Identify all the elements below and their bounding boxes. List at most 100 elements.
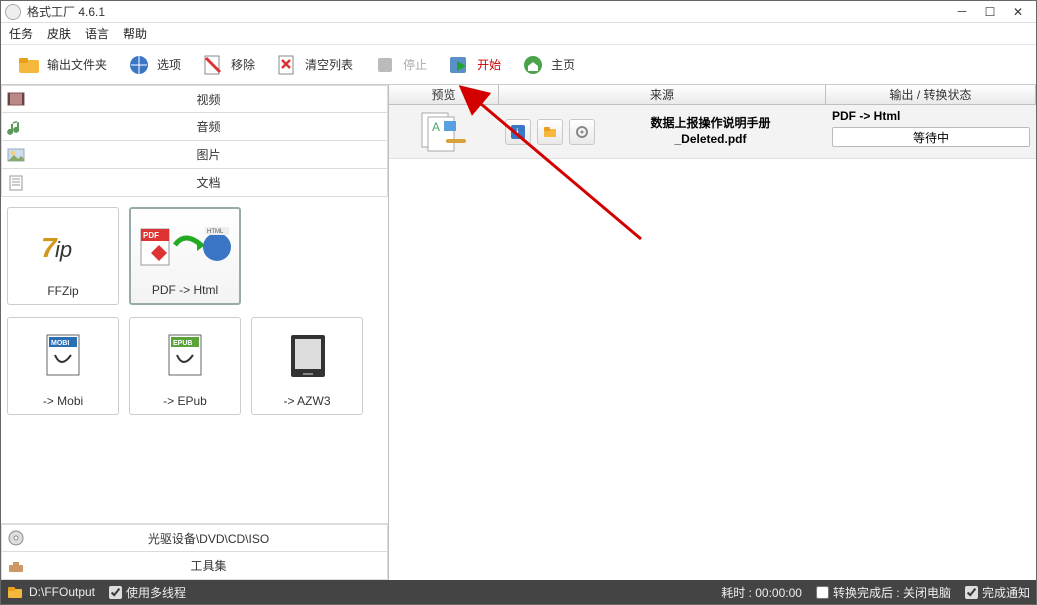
- ffzip-icon: 7ip: [12, 214, 114, 280]
- output-folder-label: 输出文件夹: [47, 56, 107, 73]
- tile-mobi-label: -> Mobi: [43, 394, 83, 408]
- menu-help[interactable]: 帮助: [123, 25, 147, 42]
- home-button[interactable]: 主页: [513, 49, 583, 81]
- task-status-text: 等待中: [913, 129, 949, 146]
- settings-button[interactable]: [569, 119, 595, 145]
- menu-bar: 任务 皮肤 语言 帮助: [1, 23, 1036, 45]
- category-video-label: 视频: [30, 91, 387, 108]
- shutdown-after-checkbox[interactable]: 转换完成后 : 关闭电脑: [816, 584, 951, 601]
- play-icon: [447, 53, 471, 77]
- audio-icon: [2, 118, 30, 136]
- tile-epub[interactable]: EPUB -> EPub: [129, 317, 241, 415]
- status-bar: D:\FFOutput 使用多线程 耗时 : 00:00:00 转换完成后 : …: [1, 580, 1036, 604]
- title-bar: 格式工厂 4.6.1 － ☐ ✕: [1, 1, 1036, 23]
- task-source-cell: i 数据上报操作说明手册 _Deleted.pdf: [499, 105, 826, 158]
- clear-icon: [275, 53, 299, 77]
- task-preview-cell: A: [389, 105, 499, 158]
- shutdown-after-label: 转换完成后 : 关闭电脑: [833, 584, 951, 601]
- folder-icon: [17, 53, 41, 77]
- status-folder-icon[interactable]: [7, 585, 23, 599]
- options-label: 选项: [157, 56, 181, 73]
- video-icon: [2, 90, 30, 108]
- category-optical-label: 光驱设备\DVD\CD\ISO: [30, 530, 387, 547]
- tile-pdf-html[interactable]: PDF HTML PDF -> Html: [129, 207, 241, 305]
- elapsed-label: 耗时 :: [721, 586, 755, 600]
- col-status[interactable]: 输出 / 转换状态: [826, 85, 1036, 104]
- tile-pdf-html-label: PDF -> Html: [152, 283, 218, 297]
- col-preview[interactable]: 预览: [389, 85, 499, 104]
- notify-checkbox[interactable]: 完成通知: [965, 584, 1030, 601]
- azw3-icon: [256, 324, 358, 390]
- category-document-label: 文档: [30, 174, 387, 191]
- task-output: PDF -> Html: [832, 109, 1030, 123]
- category-picture-label: 图片: [30, 146, 387, 163]
- category-document[interactable]: 文档: [1, 169, 388, 197]
- category-picture[interactable]: 图片: [1, 141, 388, 169]
- task-status-cell: PDF -> Html 等待中: [826, 105, 1036, 158]
- task-row[interactable]: A i: [389, 105, 1036, 159]
- col-source[interactable]: 来源: [499, 85, 826, 104]
- svg-text:MOBI: MOBI: [51, 340, 69, 347]
- svg-text:i: i: [516, 128, 519, 139]
- epub-icon: EPUB: [134, 324, 236, 390]
- toolset-icon: [2, 557, 30, 575]
- clear-list-button[interactable]: 清空列表: [267, 49, 361, 81]
- svg-text:A: A: [432, 120, 440, 134]
- category-optical[interactable]: 光驱设备\DVD\CD\ISO: [1, 524, 388, 552]
- task-source-name: 数据上报操作说明手册 _Deleted.pdf: [601, 116, 820, 147]
- svg-text:EPUB: EPUB: [173, 340, 192, 347]
- task-status-chip: 等待中: [832, 127, 1030, 147]
- tile-epub-label: -> EPub: [163, 394, 207, 408]
- maximize-button[interactable]: ☐: [976, 2, 1004, 22]
- globe-icon: [127, 53, 151, 77]
- elapsed-value: 00:00:00: [755, 586, 802, 600]
- menu-tasks[interactable]: 任务: [9, 25, 33, 42]
- clear-list-label: 清空列表: [305, 56, 353, 73]
- category-video[interactable]: 视频: [1, 85, 388, 113]
- tile-ffzip-label: FFZip: [47, 284, 78, 298]
- multithread-label: 使用多线程: [126, 584, 186, 601]
- start-button[interactable]: 开始: [439, 49, 509, 81]
- elapsed-section: 耗时 : 00:00:00: [721, 584, 802, 601]
- category-toolset-label: 工具集: [30, 557, 387, 574]
- status-folder-path[interactable]: D:\FFOutput: [29, 585, 95, 599]
- tile-azw3[interactable]: -> AZW3: [251, 317, 363, 415]
- task-source-line2: _Deleted.pdf: [601, 132, 820, 148]
- output-folder-button[interactable]: 输出文件夹: [9, 49, 115, 81]
- svg-text:ip: ip: [55, 237, 72, 262]
- list-header: 预览 来源 输出 / 转换状态: [389, 85, 1036, 105]
- stop-button[interactable]: 停止: [365, 49, 435, 81]
- tile-mobi[interactable]: MOBI -> Mobi: [7, 317, 119, 415]
- stop-label: 停止: [403, 56, 427, 73]
- remove-label: 移除: [231, 56, 255, 73]
- category-toolset[interactable]: 工具集: [1, 552, 388, 580]
- tile-azw3-label: -> AZW3: [283, 394, 330, 408]
- close-button[interactable]: ✕: [1004, 2, 1032, 22]
- app-title: 格式工厂 4.6.1: [27, 3, 105, 20]
- sidebar: 视频 音频 图片 文档: [1, 85, 389, 580]
- multithread-checkbox[interactable]: 使用多线程: [109, 584, 186, 601]
- main-list: 预览 来源 输出 / 转换状态 A: [389, 85, 1036, 580]
- open-folder-button[interactable]: [537, 119, 563, 145]
- mobi-icon: MOBI: [12, 324, 114, 390]
- options-button[interactable]: 选项: [119, 49, 189, 81]
- tile-ffzip[interactable]: 7ip FFZip: [7, 207, 119, 305]
- remove-icon: [201, 53, 225, 77]
- minimize-button[interactable]: －: [948, 2, 976, 22]
- app-icon: [5, 4, 21, 20]
- home-label: 主页: [551, 56, 575, 73]
- document-icon: [2, 174, 30, 192]
- notify-label: 完成通知: [982, 584, 1030, 601]
- menu-skin[interactable]: 皮肤: [47, 25, 71, 42]
- category-audio[interactable]: 音频: [1, 113, 388, 141]
- remove-button[interactable]: 移除: [193, 49, 263, 81]
- info-button[interactable]: i: [505, 119, 531, 145]
- start-label: 开始: [477, 56, 501, 73]
- document-thumbnail-icon: A: [416, 109, 472, 155]
- task-source-line1: 数据上报操作说明手册: [601, 116, 820, 132]
- menu-language[interactable]: 语言: [85, 25, 109, 42]
- svg-text:HTML: HTML: [207, 229, 224, 235]
- disc-icon: [2, 529, 30, 547]
- home-icon: [521, 53, 545, 77]
- toolbar: 输出文件夹 选项 移除 清空列表 停止: [1, 45, 1036, 85]
